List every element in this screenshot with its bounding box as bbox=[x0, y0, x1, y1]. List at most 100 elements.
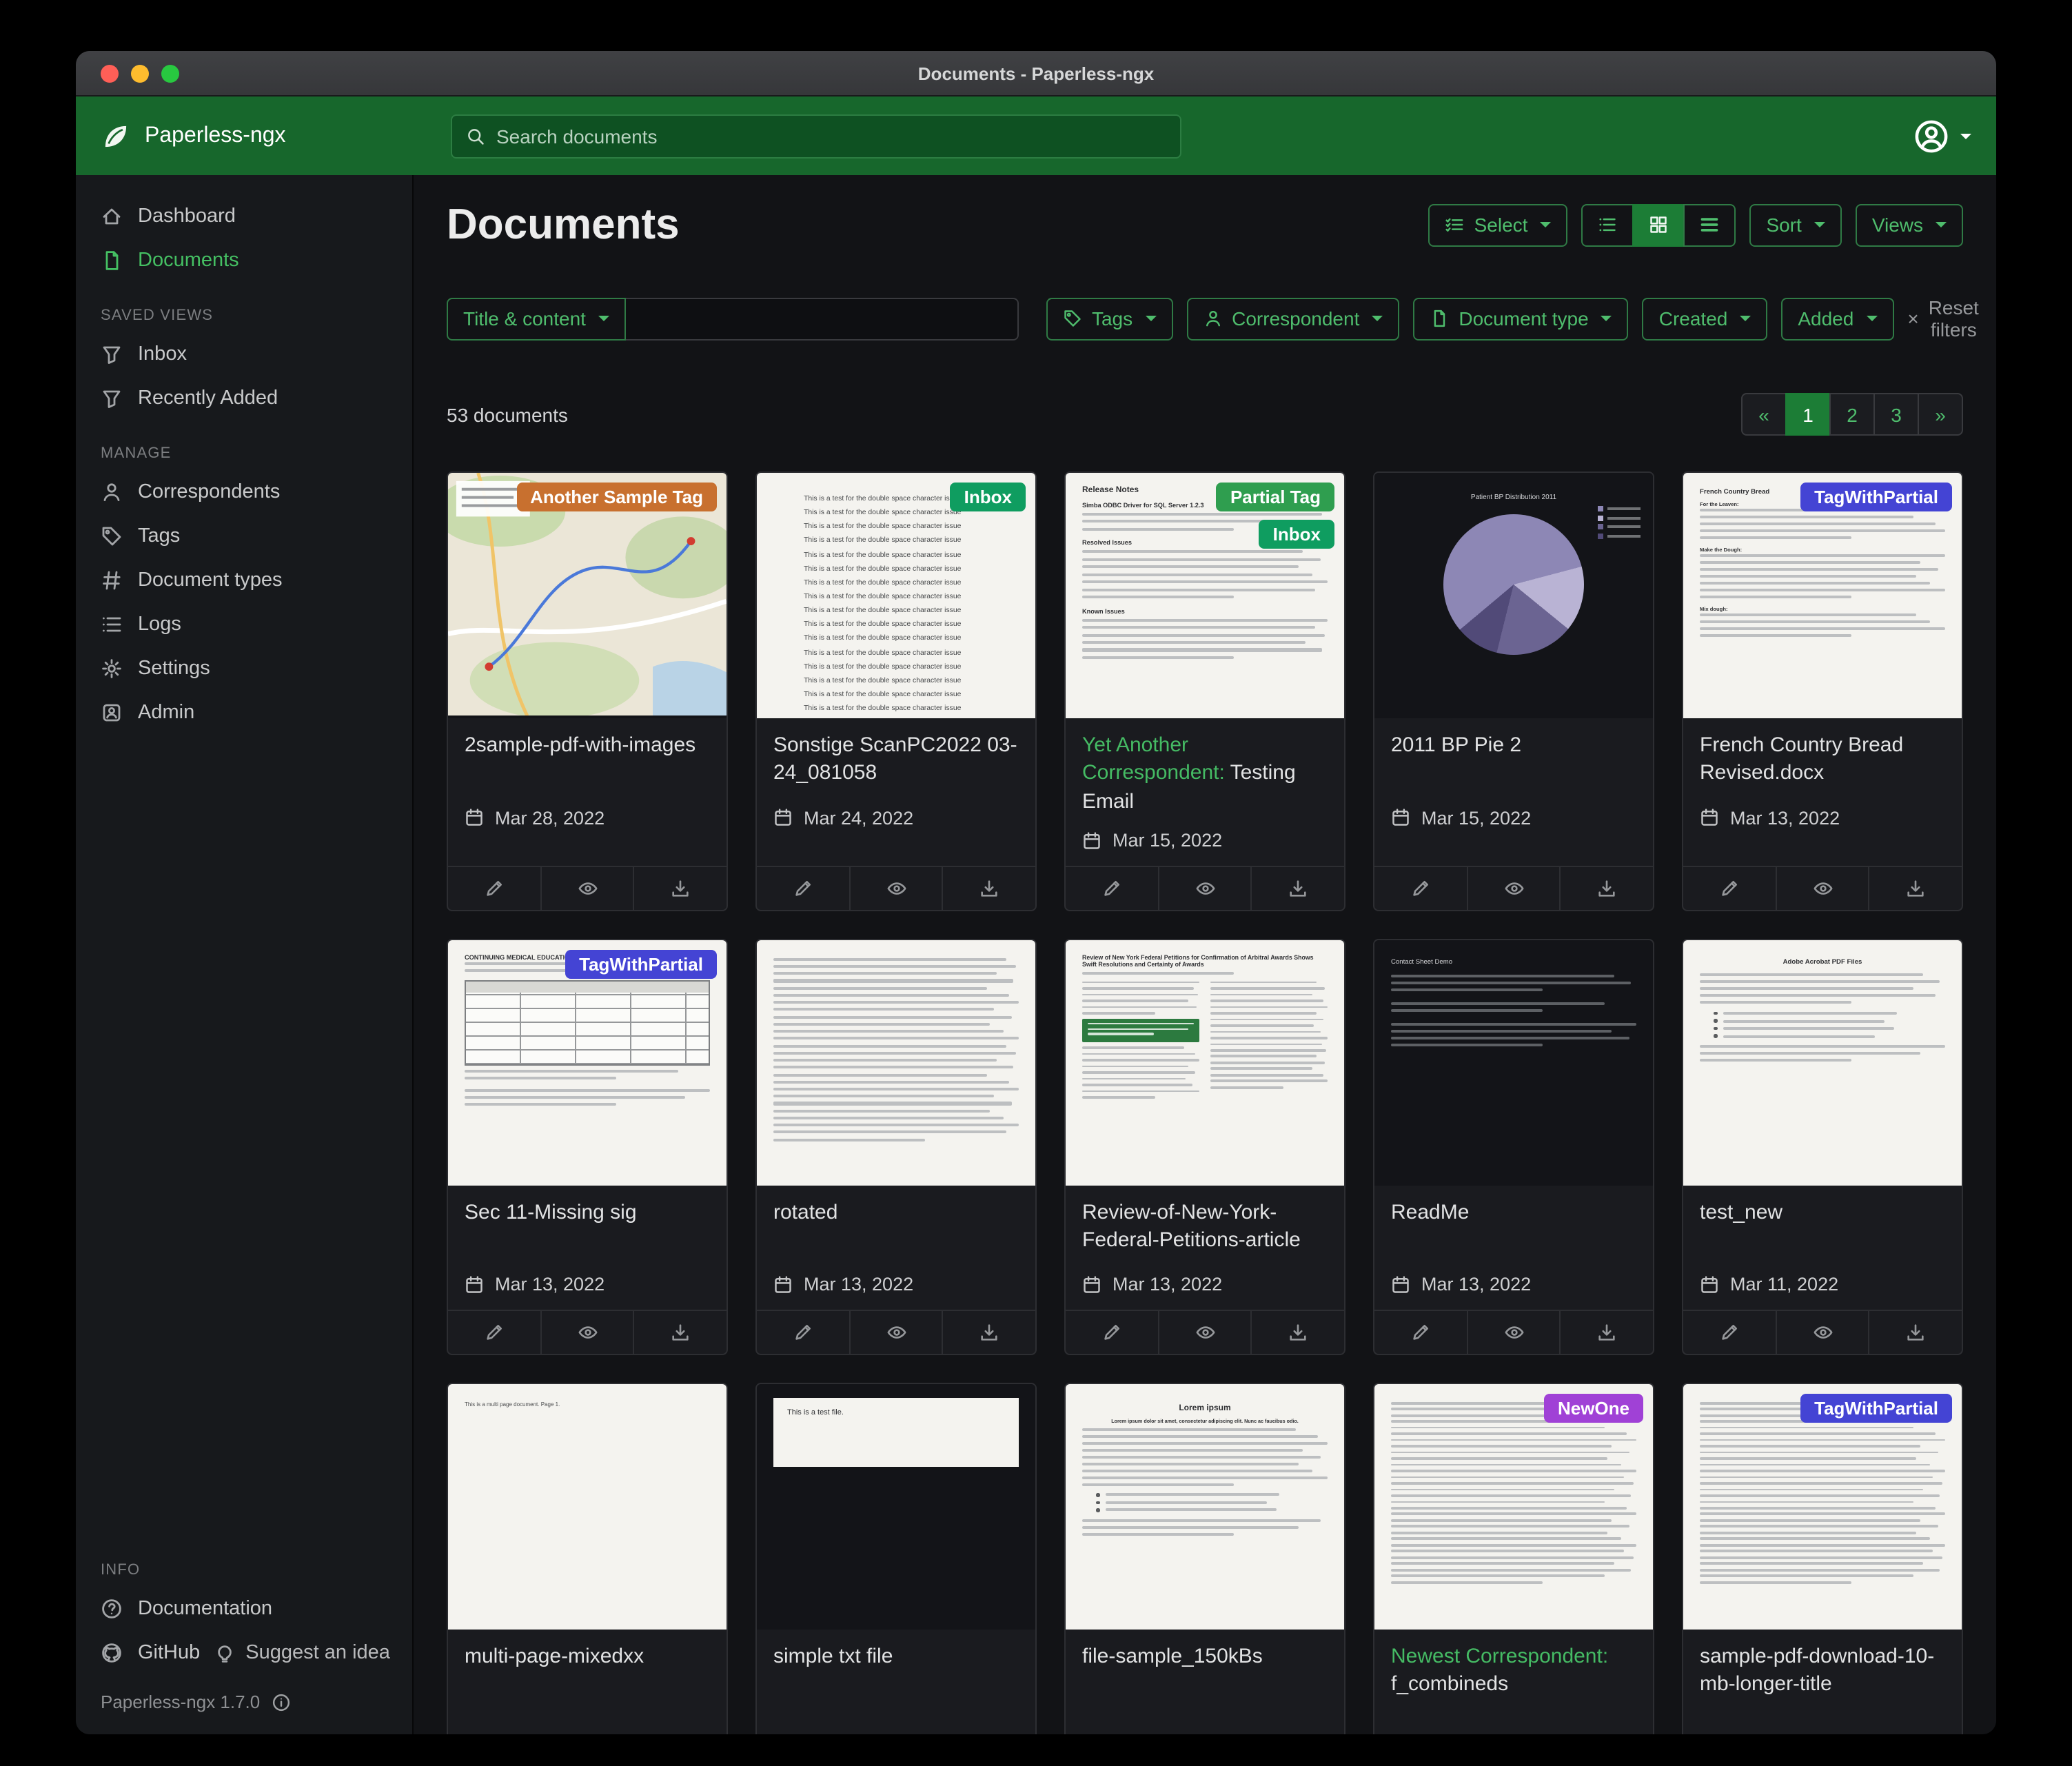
pagination-first[interactable]: « bbox=[1741, 393, 1787, 436]
download-document-button[interactable] bbox=[1251, 1311, 1344, 1354]
document-thumbnail[interactable]: CONTINUING MEDICAL EDUCATIONTagWithParti… bbox=[448, 940, 727, 1186]
document-thumbnail[interactable]: French Country BreadFor the Leaven:Make … bbox=[1683, 473, 1962, 718]
edit-document-button[interactable] bbox=[1374, 1311, 1466, 1354]
document-correspondent[interactable]: Yet Another Correspondent: bbox=[1082, 733, 1225, 785]
download-document-button[interactable] bbox=[1251, 867, 1344, 910]
preview-document-button[interactable] bbox=[540, 1311, 633, 1354]
preview-document-button[interactable] bbox=[1466, 1311, 1559, 1354]
tag-badge-partial-tag[interactable]: Partial Tag bbox=[1217, 483, 1334, 511]
tag-badge-tagwithpartial[interactable]: TagWithPartial bbox=[1800, 1394, 1952, 1423]
document-thumbnail[interactable]: This is a test for the double space char… bbox=[757, 473, 1035, 718]
document-title-link[interactable]: multi-page-mixedxx bbox=[465, 1643, 710, 1704]
edit-document-button[interactable] bbox=[448, 867, 540, 910]
document-title-link[interactable]: 2011 BP Pie 2 bbox=[1391, 732, 1636, 793]
document-card[interactable]: Adobe Acrobat PDF Filestest_newMar 11, 2… bbox=[1682, 939, 1963, 1355]
info-item-github[interactable]: GitHub bbox=[76, 1631, 208, 1675]
document-title-link[interactable]: Sec 11-Missing sig bbox=[465, 1199, 710, 1260]
minimize-button[interactable] bbox=[131, 64, 149, 82]
tag-badge-tagwithpartial[interactable]: TagWithPartial bbox=[565, 950, 717, 979]
info-item-documentation[interactable]: Documentation bbox=[76, 1587, 412, 1631]
preview-document-button[interactable] bbox=[1775, 867, 1868, 910]
title-content-dropdown[interactable]: Title & content bbox=[447, 297, 626, 340]
saved-view-recently-added[interactable]: Recently Added bbox=[76, 376, 412, 420]
document-thumbnail[interactable] bbox=[757, 940, 1035, 1186]
preview-document-button[interactable] bbox=[1775, 1311, 1868, 1354]
document-title-link[interactable]: 2sample-pdf-with-images bbox=[465, 732, 710, 793]
document-title-link[interactable]: sample-pdf-download-10-mb-longer-title bbox=[1700, 1643, 1945, 1704]
manage-item-tags[interactable]: Tags bbox=[76, 514, 412, 558]
info-item-suggest-an-idea[interactable]: Suggest an idea bbox=[208, 1631, 398, 1675]
app-brand[interactable]: Paperless-ngx bbox=[101, 121, 451, 151]
document-card[interactable]: Contact Sheet DemoReadMeMar 13, 2022 bbox=[1373, 939, 1654, 1355]
document-card[interactable]: TagWithPartial sample-pdf-download-10-mb-… bbox=[1682, 1383, 1963, 1735]
pagination-last[interactable]: » bbox=[1918, 393, 1963, 436]
preview-document-button[interactable] bbox=[849, 867, 942, 910]
tag-badge-inbox[interactable]: Inbox bbox=[1259, 520, 1334, 549]
document-thumbnail[interactable]: TagWithPartial bbox=[1683, 1384, 1962, 1630]
download-document-button[interactable] bbox=[1560, 867, 1653, 910]
download-document-button[interactable] bbox=[942, 1311, 1035, 1354]
pagination-page-3[interactable]: 3 bbox=[1873, 393, 1919, 436]
document-type-filter-button[interactable]: Document type bbox=[1413, 297, 1628, 340]
document-card[interactable]: This is a test file.simple txt file bbox=[755, 1383, 1037, 1735]
document-thumbnail[interactable]: Adobe Acrobat PDF Files bbox=[1683, 940, 1962, 1186]
document-title-link[interactable]: test_new bbox=[1700, 1199, 1945, 1260]
document-card[interactable]: CONTINUING MEDICAL EDUCATIONTagWithParti… bbox=[447, 939, 728, 1355]
document-thumbnail[interactable]: This is a multi page document. Page 1. bbox=[448, 1384, 727, 1630]
preview-document-button[interactable] bbox=[1157, 1311, 1250, 1354]
document-card[interactable]: Release NotesSimba ODBC Driver for SQL S… bbox=[1064, 471, 1345, 911]
download-document-button[interactable] bbox=[1869, 1311, 1962, 1354]
preview-document-button[interactable] bbox=[540, 867, 633, 910]
created-filter-button[interactable]: Created bbox=[1643, 297, 1768, 340]
user-menu[interactable] bbox=[1913, 118, 1971, 154]
close-button[interactable] bbox=[101, 64, 119, 82]
document-thumbnail[interactable]: Patient BP Distribution 2011 bbox=[1374, 473, 1653, 718]
document-title-link[interactable]: simple txt file bbox=[773, 1643, 1019, 1704]
download-document-button[interactable] bbox=[633, 867, 727, 910]
tag-badge-another-sample-tag[interactable]: Another Sample Tag bbox=[516, 483, 717, 511]
manage-item-logs[interactable]: Logs bbox=[76, 602, 412, 647]
document-correspondent[interactable]: Newest Correspondent: bbox=[1391, 1645, 1608, 1668]
document-title-link[interactable]: Yet Another Correspondent: Testing Email bbox=[1082, 732, 1328, 816]
tag-badge-newone[interactable]: NewOne bbox=[1544, 1394, 1643, 1423]
document-card[interactable]: French Country BreadFor the Leaven:Make … bbox=[1682, 471, 1963, 911]
document-card[interactable]: This is a multi page document. Page 1. mu… bbox=[447, 1383, 728, 1735]
document-title-link[interactable]: ReadMe bbox=[1391, 1199, 1636, 1260]
added-filter-button[interactable]: Added bbox=[1781, 297, 1893, 340]
document-thumbnail[interactable]: Contact Sheet Demo bbox=[1374, 940, 1653, 1186]
sidebar-item-dashboard[interactable]: Dashboard bbox=[76, 194, 412, 238]
document-title-link[interactable]: French Country Bread Revised.docx bbox=[1700, 732, 1945, 793]
document-card[interactable]: This is a test for the double space char… bbox=[755, 471, 1037, 911]
document-title-link[interactable]: Review-of-New-York-Federal-Petitions-art… bbox=[1082, 1199, 1328, 1260]
document-card[interactable]: Patient BP Distribution 2011 2011 BP Pie … bbox=[1373, 471, 1654, 911]
edit-document-button[interactable] bbox=[757, 867, 849, 910]
document-title-link[interactable]: Sonstige ScanPC2022 03-24_081058 bbox=[773, 732, 1019, 793]
search-input[interactable] bbox=[496, 125, 1166, 147]
zoom-button[interactable] bbox=[161, 64, 179, 82]
manage-item-document-types[interactable]: Document types bbox=[76, 558, 412, 602]
document-thumbnail[interactable]: NewOne bbox=[1374, 1384, 1653, 1630]
grid-view-button[interactable] bbox=[1632, 203, 1685, 246]
preview-document-button[interactable] bbox=[849, 1311, 942, 1354]
tags-filter-button[interactable]: Tags bbox=[1046, 297, 1172, 340]
views-button[interactable]: Views bbox=[1856, 203, 1963, 246]
edit-document-button[interactable] bbox=[1066, 867, 1157, 910]
detail-view-button[interactable] bbox=[1683, 203, 1736, 246]
document-title-link[interactable]: rotated bbox=[773, 1199, 1019, 1260]
pagination-page-2[interactable]: 2 bbox=[1829, 393, 1875, 436]
document-card[interactable]: rotatedMar 13, 2022 bbox=[755, 939, 1037, 1355]
sort-button[interactable]: Sort bbox=[1749, 203, 1841, 246]
document-thumbnail[interactable]: Lorem ipsumLorem ipsum dolor sit amet, c… bbox=[1066, 1384, 1344, 1630]
preview-document-button[interactable] bbox=[1466, 867, 1559, 910]
document-thumbnail[interactable]: Release NotesSimba ODBC Driver for SQL S… bbox=[1066, 473, 1344, 718]
document-thumbnail[interactable]: Another Sample Tag bbox=[448, 473, 727, 718]
download-document-button[interactable] bbox=[633, 1311, 727, 1354]
document-thumbnail[interactable]: Review of New York Federal Petitions for… bbox=[1066, 940, 1344, 1186]
list-view-button[interactable] bbox=[1581, 203, 1634, 246]
sidebar-item-documents[interactable]: Documents bbox=[76, 238, 412, 283]
download-document-button[interactable] bbox=[942, 867, 1035, 910]
correspondent-filter-button[interactable]: Correspondent bbox=[1186, 297, 1399, 340]
edit-document-button[interactable] bbox=[1683, 867, 1775, 910]
preview-document-button[interactable] bbox=[1157, 867, 1250, 910]
edit-document-button[interactable] bbox=[1066, 1311, 1157, 1354]
